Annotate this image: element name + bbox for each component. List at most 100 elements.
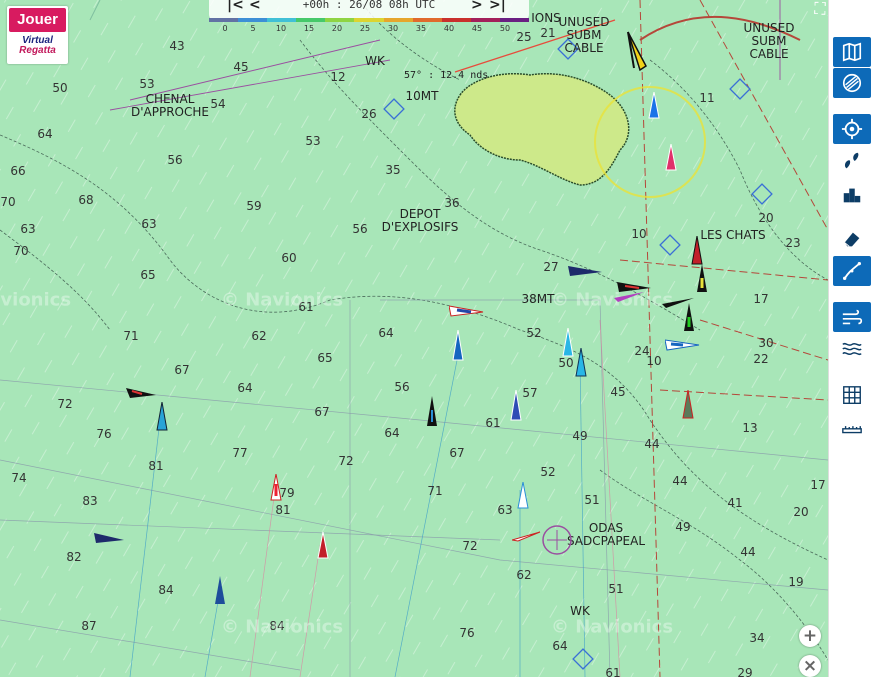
podium-icon: [843, 188, 861, 203]
depth-sounding: 83: [82, 494, 98, 508]
competitor-boat[interactable]: [269, 474, 283, 502]
depth-sounding: 57: [522, 386, 538, 400]
wind-scale-label: 0: [222, 24, 228, 33]
depth-sounding: 81: [148, 459, 164, 473]
depth-sounding: 64: [384, 426, 400, 440]
wind-scale-label: 45: [471, 24, 483, 33]
competitor-boat[interactable]: [512, 530, 542, 542]
depth-sounding: 84: [158, 583, 174, 597]
chart-label: ODAS SADCPAPEAL: [566, 521, 646, 548]
depth-sounding: 53: [139, 77, 155, 91]
footprints-icon: [844, 152, 859, 169]
depth-sounding: 68: [78, 193, 94, 207]
depth-sounding: 43: [169, 39, 185, 53]
competitor-boat[interactable]: [681, 390, 695, 420]
brand-line-2: Regatta: [19, 45, 56, 56]
depth-sounding: 56: [394, 380, 410, 394]
heading-speed-label: 57° : 12.4 nds: [404, 70, 489, 81]
wind-scale-segment: [412, 18, 443, 22]
chart-label: UNUSED SUBM CABLE: [743, 21, 795, 61]
competitor-boat[interactable]: [425, 396, 439, 428]
depth-sounding: 64: [237, 381, 253, 395]
depth-sounding: 87: [81, 619, 97, 633]
depth-sounding: 52: [540, 465, 556, 479]
depth-sounding: 70: [0, 195, 16, 209]
competitor-boat[interactable]: [213, 576, 227, 606]
depth-sounding: 45: [233, 60, 249, 74]
route-button[interactable]: [833, 256, 871, 286]
competitor-boat[interactable]: [94, 531, 126, 545]
competitor-boat[interactable]: [449, 304, 485, 318]
zoom-in-button[interactable]: +: [799, 625, 821, 647]
depth-sounding: 65: [140, 268, 156, 282]
play-button[interactable]: Jouer: [9, 8, 66, 32]
time-navigation-bar: |< < +00h : 26/08 08h UTC > >|: [209, 0, 530, 22]
ruler-icon: [842, 426, 862, 434]
competitor-boat[interactable]: [568, 264, 604, 278]
fullscreen-icon[interactable]: ⛶: [811, 0, 828, 18]
wind-scale-label: 10: [275, 24, 287, 33]
depth-sounding: 64: [552, 639, 568, 653]
sail-layer-button[interactable]: [833, 68, 871, 98]
map-layers-button[interactable]: [833, 37, 871, 67]
depth-sounding: 62: [516, 568, 532, 582]
wind-button[interactable]: [833, 302, 871, 332]
depth-sounding: 63: [497, 503, 513, 517]
competitor-boat[interactable]: [517, 482, 529, 510]
depth-sounding: 74: [11, 471, 27, 485]
navionics-watermark: © Navionics: [0, 289, 72, 311]
trace-button[interactable]: [833, 146, 871, 176]
forward-button[interactable]: >: [471, 0, 483, 13]
ranking-button[interactable]: [833, 180, 871, 210]
depth-sounding: 41: [727, 496, 743, 510]
depth-sounding: 44: [740, 545, 756, 559]
center-boat-button[interactable]: [833, 114, 871, 144]
chart-label: CHENAL D'APPROCHE: [131, 92, 209, 119]
depth-sounding: 17: [753, 292, 769, 306]
grid-button[interactable]: [833, 380, 871, 410]
depth-sounding: 63: [141, 217, 157, 231]
wind-scale-label: 5: [250, 24, 256, 33]
wind-scale-segment: [499, 18, 530, 22]
depth-sounding: 71: [123, 329, 139, 343]
depth-sounding: 72: [57, 397, 73, 411]
competitor-boat[interactable]: [695, 264, 709, 294]
depth-sounding: 62: [251, 329, 267, 343]
chart-label: 10MT: [405, 89, 439, 103]
competitor-boat[interactable]: [614, 290, 646, 304]
depth-sounding: 49: [675, 520, 691, 534]
competitor-boat[interactable]: [665, 338, 701, 352]
forward-far-button[interactable]: >|: [489, 0, 506, 13]
zoom-out-button[interactable]: ×: [799, 655, 821, 677]
player-boat[interactable]: [620, 30, 652, 72]
depth-sounding: 49: [572, 429, 588, 443]
sea-chart-map[interactable]: 43 45 50 53 54 64 56 66 68 70 63 63 70 5…: [0, 0, 828, 677]
depth-sounding: 61: [605, 666, 621, 677]
competitor-boat[interactable]: [451, 330, 465, 362]
brand-name: Virtual Regatta: [7, 36, 68, 56]
depth-sounding: 45: [610, 385, 626, 399]
wind-scale-label: 40: [443, 24, 455, 33]
chart-label: LES CHATS: [700, 228, 766, 242]
wind-scale-segment: [209, 18, 239, 22]
competitor-boat[interactable]: [574, 348, 588, 378]
competitor-boat[interactable]: [316, 532, 330, 560]
waves-button[interactable]: [833, 334, 871, 364]
competitor-boat[interactable]: [682, 303, 696, 333]
competitor-boat[interactable]: [690, 236, 704, 266]
depth-sounding: 50: [558, 356, 574, 370]
ruler-button[interactable]: [833, 412, 871, 442]
competitor-boat[interactable]: [509, 390, 523, 422]
competitor-boat[interactable]: [126, 386, 158, 400]
depth-sounding: 70: [13, 244, 29, 258]
crosshair-icon: [841, 118, 863, 140]
competitor-boat[interactable]: [561, 328, 575, 358]
navionics-watermark: © Navionics: [550, 616, 674, 638]
depth-sounding: 72: [462, 539, 478, 553]
competitor-boat[interactable]: [155, 402, 169, 432]
competitor-boat[interactable]: [647, 92, 661, 120]
eraser-button[interactable]: [833, 224, 871, 254]
depth-sounding: 64: [37, 127, 53, 141]
competitor-boat[interactable]: [664, 144, 678, 172]
depth-sounding: 34: [749, 631, 765, 645]
